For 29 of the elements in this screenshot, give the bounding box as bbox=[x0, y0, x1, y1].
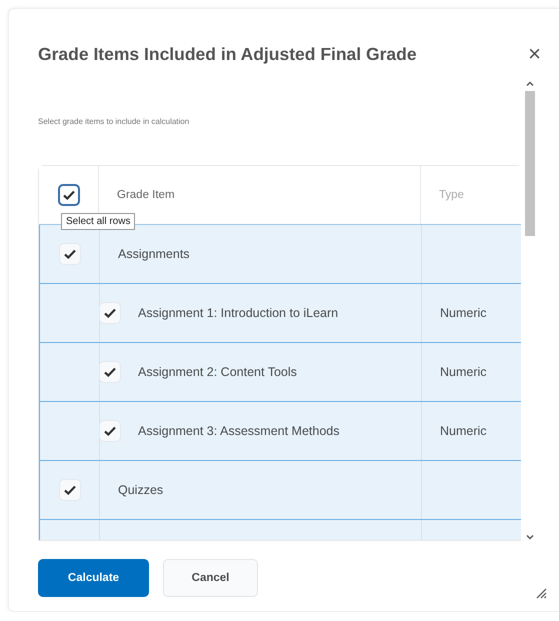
grade-item-name: Assignment 2: Content Tools bbox=[138, 365, 297, 379]
checkmark-icon bbox=[62, 190, 74, 200]
grade-type: Numeric bbox=[440, 424, 487, 438]
grade-item-name: Quizzes bbox=[118, 483, 164, 497]
table-row[interactable]: Quizzes bbox=[39, 461, 521, 520]
checkbox[interactable] bbox=[58, 184, 80, 206]
table-row[interactable]: Assignment 3: Assessment Methods Numeric bbox=[39, 402, 521, 461]
checkmark-icon bbox=[64, 249, 76, 259]
table-row[interactable]: Assignment 1: Introduction to iLearn Numeric bbox=[39, 284, 521, 343]
table-row[interactable]: Assignment 2: Content Tools Numeric bbox=[39, 343, 521, 402]
tooltip: Select all rows bbox=[61, 213, 136, 230]
grade-type: Numeric bbox=[440, 306, 487, 320]
instruction-text: Select grade items to include in calculation bbox=[38, 117, 190, 126]
dialog-title: Grade Items Included in Adjusted Final Grade bbox=[38, 44, 417, 64]
checkmark-icon bbox=[104, 426, 116, 436]
table-row[interactable]: Assignments bbox=[39, 225, 521, 284]
checkmark-icon bbox=[104, 367, 116, 377]
column-header: Type bbox=[421, 166, 521, 224]
close-button[interactable]: × bbox=[528, 43, 541, 65]
resize-handle-icon[interactable] bbox=[535, 587, 547, 599]
grade-type: Numeric bbox=[440, 365, 487, 379]
cancel-button[interactable]: Cancel bbox=[163, 559, 258, 597]
grade-item-name: Assignment 1: Introduction to iLearn bbox=[138, 306, 338, 320]
scrollbar-thumb[interactable] bbox=[525, 91, 535, 236]
grade-item-name: Assignments bbox=[118, 247, 190, 261]
checkmark-icon bbox=[64, 485, 76, 495]
checkmark-icon bbox=[104, 308, 116, 318]
calculate-button[interactable]: Calculate bbox=[38, 559, 149, 597]
grade-item-name: Assignment 3: Assessment Methods bbox=[138, 424, 340, 438]
